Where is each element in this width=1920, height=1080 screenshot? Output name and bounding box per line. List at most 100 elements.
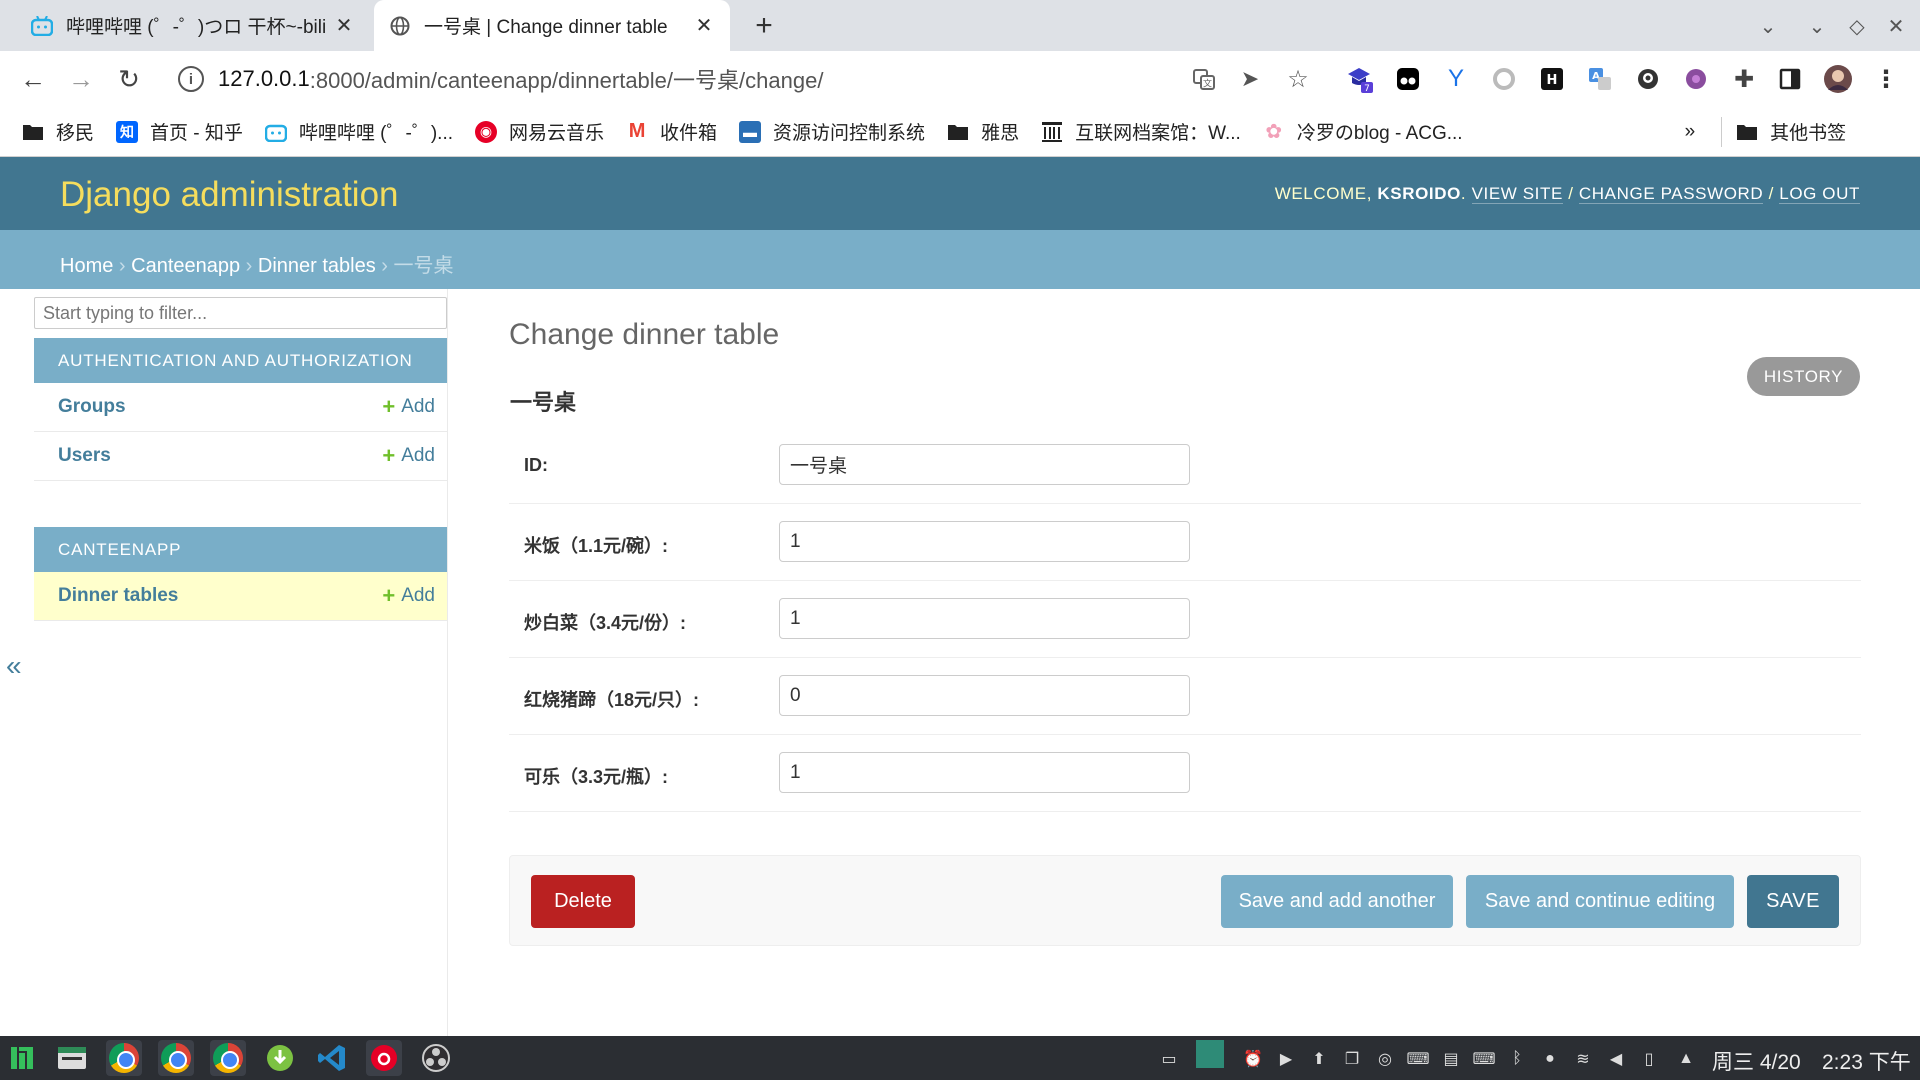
side-panel-icon[interactable]	[1774, 63, 1806, 95]
battery-icon[interactable]: ▯	[1638, 1048, 1660, 1070]
breadcrumb-model[interactable]: Dinner tables	[258, 255, 376, 277]
address-bar[interactable]: i 127.0.0.1:8000/admin/canteenapp/dinner…	[166, 56, 1206, 102]
show-desktop-icon[interactable]: ▭	[1158, 1048, 1180, 1070]
users-link[interactable]: Users	[58, 445, 111, 467]
save-and-add-another-button[interactable]: Save and add another	[1221, 875, 1453, 928]
bookmark-ielts[interactable]: 雅思	[947, 118, 1019, 145]
extensions-puzzle-icon[interactable]: ✚	[1728, 63, 1760, 95]
close-window-icon[interactable]: ✕	[1882, 12, 1910, 40]
add-dinner-table-link[interactable]: + Add	[382, 583, 435, 609]
module-caption-auth[interactable]: AUTHENTICATION AND AUTHORIZATION	[34, 338, 447, 383]
obs-tray-icon[interactable]: ◎	[1374, 1048, 1396, 1070]
back-arrow-icon[interactable]: ←	[14, 60, 52, 98]
netease-music-icon: ◉	[475, 120, 498, 143]
bookmark-blog[interactable]: ✿ 冷罗のblog - ACG...	[1263, 118, 1462, 145]
reload-icon[interactable]: ↻	[110, 60, 148, 98]
id-field[interactable]	[779, 444, 1190, 485]
file-manager-icon[interactable]	[54, 1040, 90, 1076]
netease-music-taskbar-icon[interactable]	[366, 1040, 402, 1076]
bookmark-gmail[interactable]: M 收件箱	[626, 118, 717, 145]
wifi-icon[interactable]: ≋	[1572, 1048, 1594, 1070]
extension-github-icon[interactable]	[1632, 63, 1664, 95]
log-out-link[interactable]: LOG OUT	[1779, 184, 1860, 204]
breadcrumb-app[interactable]: Canteenapp	[131, 255, 240, 277]
tab-bilibili[interactable]: 哔哩哔哩 (゜-゜)つロ 干杯~-bili ✕	[16, 0, 370, 51]
dinner-tables-link[interactable]: Dinner tables	[58, 585, 178, 607]
save-button[interactable]: SAVE	[1747, 875, 1839, 928]
site-info-icon[interactable]: i	[178, 66, 204, 92]
maximize-icon[interactable]: ◇	[1843, 12, 1871, 40]
clipboard-icon[interactable]: ▤	[1440, 1048, 1462, 1070]
close-tab-icon[interactable]: ✕	[692, 14, 716, 38]
field-label: 米饭（1.1元/碗）:	[524, 536, 669, 556]
extension-y-icon[interactable]: Y	[1440, 63, 1472, 95]
rice-quantity-field[interactable]	[779, 521, 1190, 562]
cola-quantity-field[interactable]	[779, 752, 1190, 793]
close-tab-icon[interactable]: ✕	[332, 14, 356, 38]
send-icon[interactable]: ➤	[1234, 63, 1266, 95]
groups-link[interactable]: Groups	[58, 396, 126, 418]
bookmark-zhihu[interactable]: 知 首页 - 知乎	[116, 118, 243, 145]
module-caption-canteenapp[interactable]: CANTEENAPP	[34, 527, 447, 572]
pork-trotter-quantity-field[interactable]	[779, 675, 1190, 716]
view-site-link[interactable]: VIEW SITE	[1471, 184, 1563, 204]
chrome-taskbar-icon[interactable]	[158, 1040, 194, 1076]
tab-django-admin[interactable]: 一号桌 | Change dinner table ✕	[374, 0, 730, 51]
bookmark-netease-music[interactable]: ◉ 网易云音乐	[475, 118, 604, 145]
media-play-icon[interactable]: ▶	[1275, 1048, 1297, 1070]
history-button[interactable]: HISTORY	[1747, 357, 1860, 396]
bookmark-yimin[interactable]: 移民	[22, 118, 94, 145]
extension-purple-icon[interactable]	[1680, 63, 1712, 95]
extension-h-icon[interactable]: H	[1536, 63, 1568, 95]
toggle-nav-sidebar-button[interactable]: «	[6, 650, 22, 682]
bookmark-bilibili[interactable]: 哔哩哔哩 (゜-゜)...	[264, 118, 453, 145]
new-tab-plus-icon[interactable]: +	[748, 9, 780, 42]
chrome-taskbar-icon[interactable]	[106, 1040, 142, 1076]
minimize-icon[interactable]: ⌄	[1803, 12, 1831, 40]
cabbage-quantity-field[interactable]	[779, 598, 1190, 639]
add-user-link[interactable]: + Add	[382, 443, 435, 469]
obs-icon[interactable]	[418, 1040, 454, 1076]
field-label: 炒白菜（3.4元/份）:	[524, 613, 687, 633]
extension-tampermonkey-icon[interactable]	[1392, 63, 1424, 95]
taskbar-time[interactable]: 2:23 下午	[1822, 1046, 1911, 1076]
terminal-icon[interactable]: ⌨	[1406, 1048, 1429, 1070]
keyboard-icon[interactable]: ⌨	[1472, 1048, 1495, 1070]
bookmark-star-icon[interactable]: ☆	[1282, 63, 1314, 95]
volume-muted-icon[interactable]: ◀	[1605, 1048, 1627, 1070]
microphone-icon[interactable]: ●	[1539, 1048, 1561, 1070]
tray-window-thumbnail[interactable]	[1196, 1040, 1224, 1068]
tray-expand-icon[interactable]: ▲	[1675, 1048, 1697, 1070]
bluetooth-icon[interactable]: ᛒ	[1506, 1048, 1528, 1070]
archive-icon	[1041, 121, 1063, 143]
save-and-continue-button[interactable]: Save and continue editing	[1466, 875, 1734, 928]
folder-icon	[22, 121, 44, 143]
taskbar-date[interactable]: 周三 4/20	[1712, 1046, 1801, 1076]
profile-avatar[interactable]	[1822, 63, 1854, 95]
change-password-link[interactable]: CHANGE PASSWORD	[1578, 184, 1764, 204]
nav-filter-input[interactable]	[34, 297, 447, 329]
folder-icon	[947, 121, 969, 143]
site-branding[interactable]: Django administration	[60, 175, 399, 215]
extension-ring-icon[interactable]	[1488, 63, 1520, 95]
vscode-icon[interactable]	[314, 1040, 350, 1076]
extension-translate-icon[interactable]: A	[1584, 63, 1616, 95]
alarm-icon[interactable]: ⏰	[1242, 1048, 1264, 1070]
upload-icon[interactable]: ⬆	[1308, 1048, 1330, 1070]
browser-menu-icon[interactable]: ⋮	[1870, 63, 1902, 95]
delete-button[interactable]: Delete	[531, 875, 635, 928]
download-manager-icon[interactable]	[262, 1040, 298, 1076]
bookmark-internet-archive[interactable]: 互联网档案馆：W...	[1041, 118, 1241, 145]
bookmark-access-control[interactable]: ▬ 资源访问控制系统	[739, 118, 925, 145]
add-group-link[interactable]: + Add	[382, 394, 435, 420]
bookmarks-overflow-chevron[interactable]: »	[1685, 121, 1696, 143]
windows-icon[interactable]: ❐	[1341, 1048, 1363, 1070]
breadcrumb-home[interactable]: Home	[60, 255, 113, 277]
translate-icon[interactable]: 文	[1188, 63, 1220, 95]
tab-search-chevron-icon[interactable]: ⌄	[1754, 12, 1782, 40]
start-menu-icon[interactable]	[4, 1040, 40, 1076]
chrome-taskbar-icon[interactable]	[210, 1040, 246, 1076]
extension-hat-icon[interactable]: 7	[1344, 63, 1376, 95]
forward-arrow-icon[interactable]: →	[62, 60, 100, 98]
other-bookmarks[interactable]: 其他书签	[1721, 116, 1846, 147]
